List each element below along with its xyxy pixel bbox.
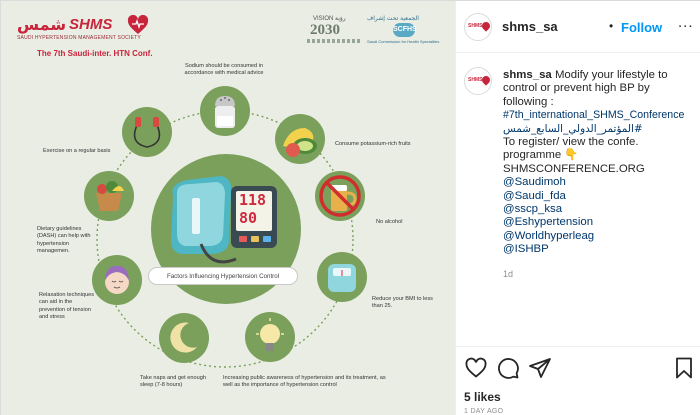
- no-alcohol-icon: [315, 171, 365, 221]
- caption-website: SHMSCONFERENCE.ORG: [503, 162, 645, 175]
- caption-exercise: Exercise on a regular basis: [43, 148, 111, 154]
- follow-button[interactable]: Follow: [621, 20, 662, 35]
- mention-link[interactable]: @sscp_ksa: [503, 203, 698, 216]
- header-username[interactable]: shms_sa: [502, 19, 558, 34]
- hashtag-link[interactable]: #7th_international_SHMS_Conference: [503, 109, 698, 122]
- light-bulb-icon: [245, 312, 295, 362]
- bookmark-icon[interactable]: [672, 356, 696, 380]
- caption-sodium: Sodium should be consumed in accordance …: [184, 63, 264, 77]
- relaxed-face-icon: [92, 255, 142, 305]
- weight-scale-icon: [317, 252, 367, 302]
- mention-link[interactable]: @Worldhyperleag: [503, 230, 698, 243]
- food-basket-icon: [84, 171, 134, 221]
- caption-line: Modify your lifestyle to: [554, 69, 668, 81]
- salt-shaker-icon: [200, 86, 250, 136]
- mention-link[interactable]: @Saudi_fda: [503, 190, 698, 203]
- monitor-diastolic: 80: [239, 209, 258, 227]
- post-header: SHMS shms_sa • Follow ...: [456, 1, 700, 53]
- comment-icon[interactable]: [496, 356, 520, 380]
- post-caption: shms_sa Modify your lifestyle to control…: [503, 69, 698, 257]
- more-options-icon[interactable]: ...: [678, 14, 694, 31]
- post-date: 1 DAY AGO: [464, 408, 504, 415]
- jump-rope-icon: [122, 107, 172, 157]
- caption-dash: Dietary guidelines (DASH) can help with …: [37, 226, 91, 255]
- caption-timestamp: 1d: [503, 269, 514, 279]
- caption-line: following :: [503, 95, 554, 108]
- monitor-systolic: 118: [239, 191, 267, 209]
- caption-potassium: Consume potassium-rich fruits: [335, 141, 411, 147]
- caption-alcohol: No alcohol: [376, 219, 403, 225]
- center-label: Factors Influencing Hypertension Control: [148, 267, 298, 285]
- likes-count[interactable]: 5 likes: [464, 390, 501, 404]
- mention-link[interactable]: @Saudimoh: [503, 176, 698, 189]
- fruit-icon: [275, 114, 325, 164]
- separator-dot: •: [609, 19, 614, 33]
- caption-avatar[interactable]: SHMS: [464, 67, 492, 95]
- caption-sleep: Take naps and get enough sleep (7-8 hour…: [140, 375, 206, 389]
- caption-line: programme 👇: [503, 149, 579, 162]
- avatar-text: SHMS: [468, 23, 483, 29]
- heart-icon[interactable]: [464, 356, 488, 380]
- caption-line: control or prevent high BP by: [503, 82, 650, 95]
- avatar[interactable]: SHMS: [464, 13, 492, 41]
- mention-link[interactable]: @Eshypertension: [503, 216, 698, 229]
- caption-line: To register/ view the confe.: [503, 136, 639, 149]
- instagram-post: شمس SHMS SAUDI HYPERTENSION MANAGEMENT S…: [0, 0, 700, 415]
- action-bar: [456, 346, 700, 386]
- caption-avatar-text: SHMS: [468, 77, 483, 83]
- moon-icon: [159, 313, 209, 363]
- post-image[interactable]: شمس SHMS SAUDI HYPERTENSION MANAGEMENT S…: [1, 1, 455, 415]
- caption-bmi: Reduce your BMI to less than 25.: [372, 296, 433, 310]
- caption-username[interactable]: shms_sa: [503, 69, 552, 81]
- caption-awareness: Increasing public awareness of hypertens…: [223, 375, 386, 389]
- hashtag-link-arabic[interactable]: المؤتمر_الدولي_السابع_شمس#: [503, 123, 698, 136]
- caption-relaxation: Relaxation techniques can aid in the pre…: [39, 292, 95, 321]
- share-icon[interactable]: [528, 356, 552, 380]
- post-sidebar: SHMS shms_sa • Follow ... SHMS shms_sa M…: [455, 1, 700, 415]
- mention-link[interactable]: @ISHBP: [503, 243, 698, 256]
